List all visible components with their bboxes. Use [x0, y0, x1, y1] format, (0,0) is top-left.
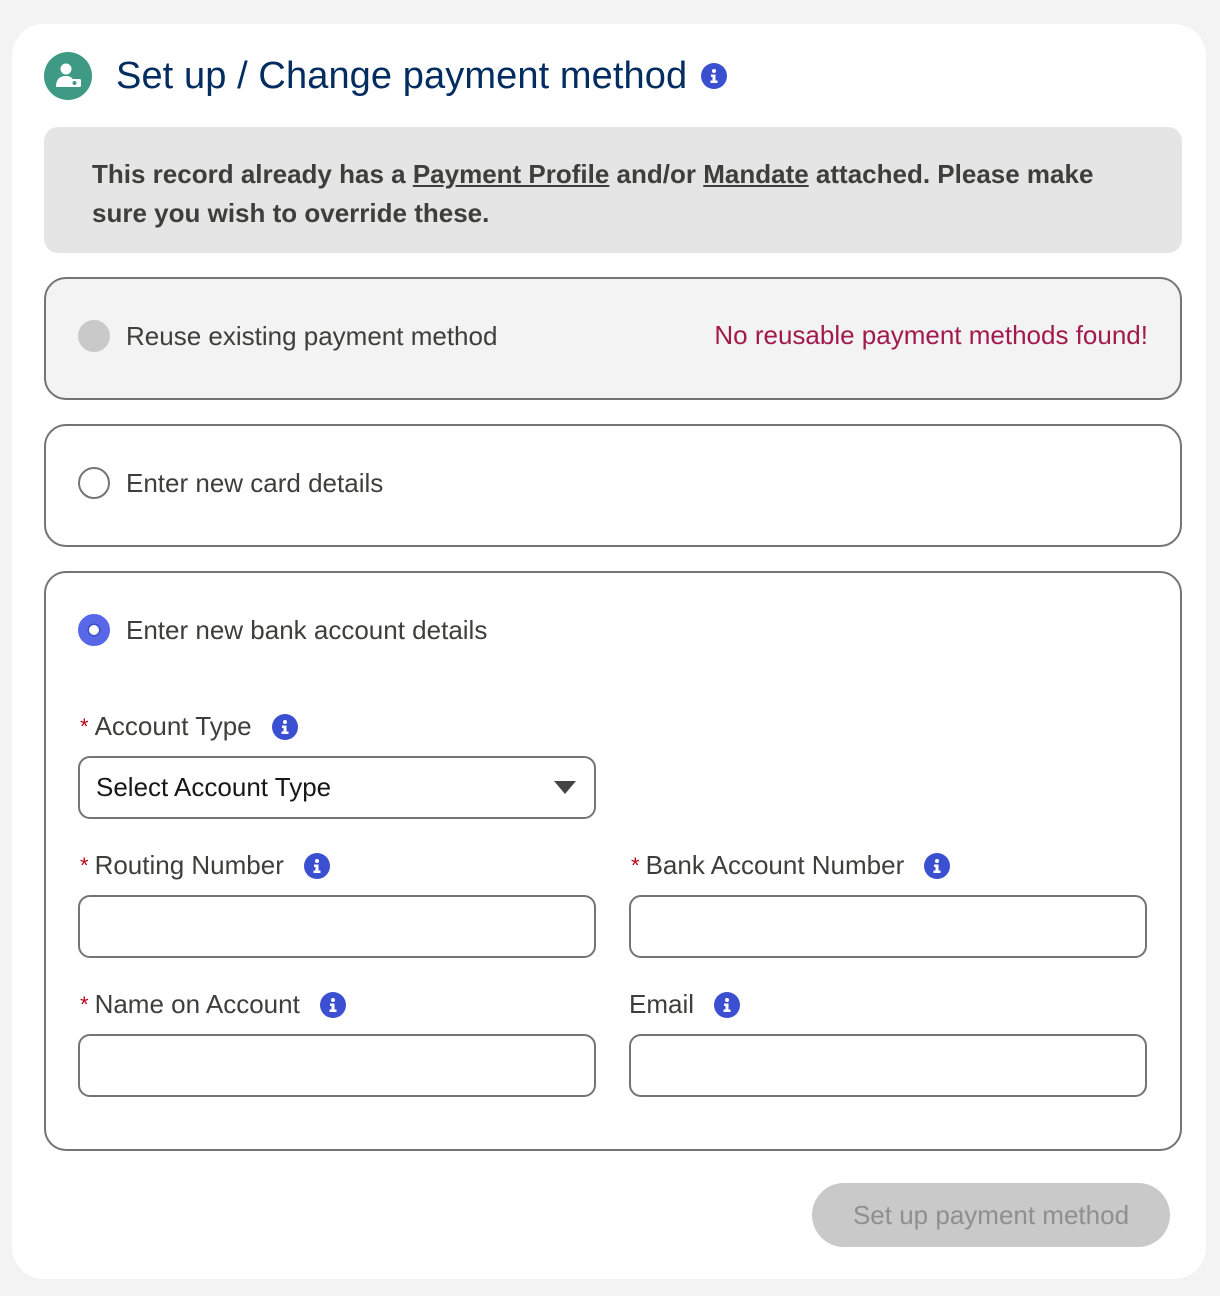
name-on-account-label: * Name on Account	[80, 989, 346, 1020]
radio-new-card[interactable]	[78, 467, 110, 499]
email-label-text: Email	[629, 989, 695, 1019]
option-new-bank-account[interactable]: Enter new bank account details * Account…	[44, 571, 1182, 1151]
required-marker: *	[80, 852, 89, 878]
override-notice: This record already has a Payment Profil…	[44, 127, 1182, 253]
bank-account-number-label-text: Bank Account Number	[645, 850, 905, 880]
card-header: Set up / Change payment method	[44, 50, 728, 102]
option-reuse-existing: Reuse existing payment method No reusabl…	[44, 277, 1182, 400]
notice-text: This record already has a	[92, 159, 413, 189]
radio-row-card[interactable]: Enter new card details	[78, 467, 383, 499]
user-payment-icon	[44, 52, 92, 100]
mandate-link[interactable]: Mandate	[703, 159, 808, 189]
required-marker: *	[80, 991, 89, 1017]
radio-label-bank[interactable]: Enter new bank account details	[126, 615, 487, 646]
page-title: Set up / Change payment method	[116, 54, 688, 97]
info-icon[interactable]	[714, 991, 741, 1018]
radio-row-bank[interactable]: Enter new bank account details	[78, 614, 487, 646]
routing-number-label-text: Routing Number	[94, 850, 284, 880]
payment-profile-link[interactable]: Payment Profile	[413, 159, 610, 189]
info-icon[interactable]	[701, 63, 728, 89]
radio-reuse-existing	[78, 320, 110, 352]
radio-new-bank-account[interactable]	[78, 614, 110, 646]
set-up-payment-method-button[interactable]: Set up payment method	[812, 1183, 1170, 1247]
name-on-account-label-text: Name on Account	[94, 989, 300, 1019]
no-methods-warning: No reusable payment methods found!	[714, 320, 1148, 350]
option-new-card[interactable]: Enter new card details	[44, 424, 1182, 547]
required-marker: *	[80, 713, 89, 739]
radio-label-card[interactable]: Enter new card details	[126, 468, 383, 499]
routing-number-input[interactable]	[78, 895, 596, 958]
info-icon[interactable]	[924, 852, 951, 879]
required-marker: *	[631, 852, 640, 878]
radio-label-reuse: Reuse existing payment method	[126, 320, 498, 351]
account-type-label: * Account Type	[80, 711, 298, 742]
account-type-label-text: Account Type	[94, 711, 252, 741]
email-label: Email	[629, 989, 741, 1020]
info-icon[interactable]	[271, 713, 298, 740]
account-type-select[interactable]: Select Account Type	[78, 756, 596, 819]
info-icon[interactable]	[303, 852, 330, 879]
chevron-down-icon	[554, 781, 576, 794]
bank-account-number-label: * Bank Account Number	[631, 850, 951, 881]
account-type-selected-value: Select Account Type	[96, 772, 332, 802]
routing-number-label: * Routing Number	[80, 850, 330, 881]
name-on-account-input[interactable]	[78, 1034, 596, 1097]
info-icon[interactable]	[319, 991, 346, 1018]
bank-account-number-input[interactable]	[629, 895, 1147, 958]
notice-text: and/or	[609, 159, 704, 189]
radio-row-reuse: Reuse existing payment method	[78, 320, 497, 352]
email-input[interactable]	[629, 1034, 1147, 1097]
payment-method-card: Set up / Change payment method This reco…	[12, 24, 1206, 1279]
